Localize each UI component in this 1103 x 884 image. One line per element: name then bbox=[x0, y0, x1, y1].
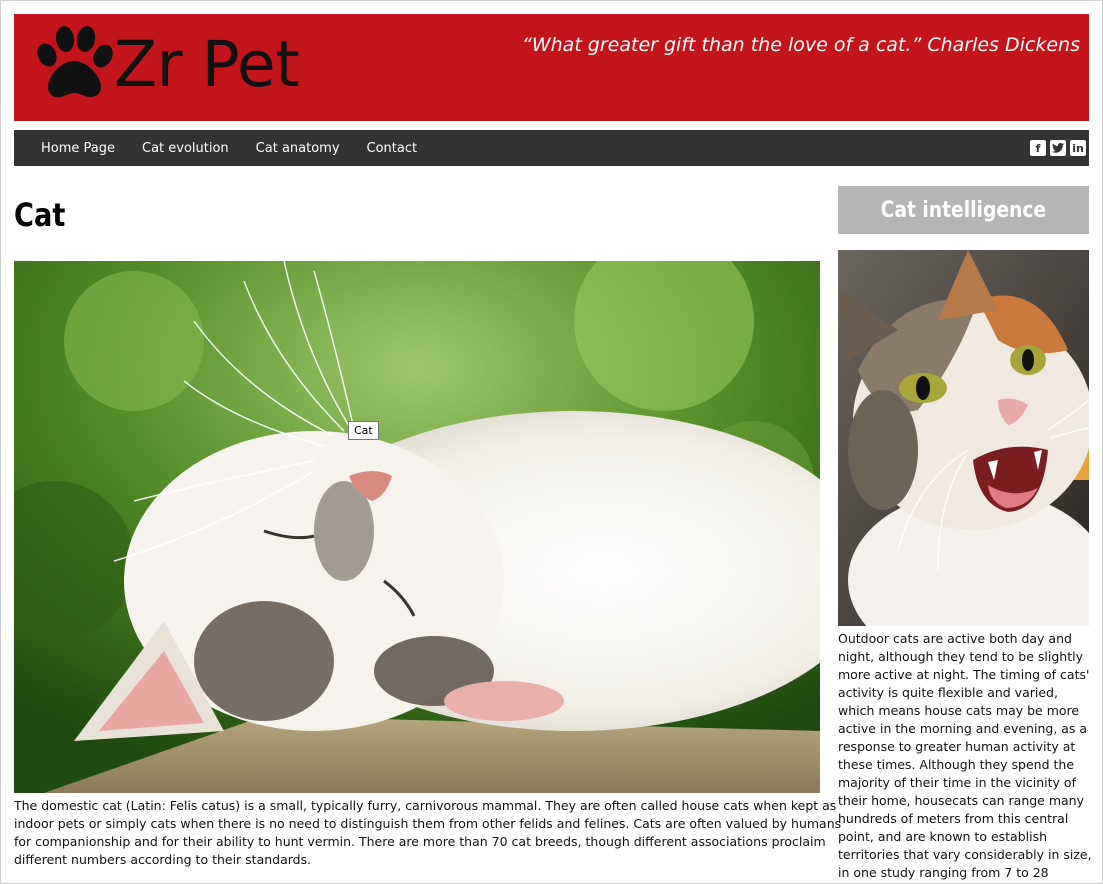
twitter-icon[interactable] bbox=[1050, 140, 1066, 156]
hero-cat-image bbox=[14, 261, 820, 793]
header-quote: “What greater gift than the love of a ca… bbox=[522, 34, 1080, 56]
nav-item-cat-evolution[interactable]: Cat evolution bbox=[142, 141, 229, 156]
logo-text: Zr Pet bbox=[114, 27, 300, 101]
page-title: Cat bbox=[14, 196, 66, 234]
sidebar-heading-text: Cat intelligence bbox=[880, 197, 1047, 223]
nav-item-contact[interactable]: Contact bbox=[367, 141, 418, 156]
social-links: f in bbox=[1030, 140, 1086, 156]
nav-item-cat-anatomy[interactable]: Cat anatomy bbox=[256, 141, 340, 156]
site-header: Zr Pet “What greater gift than the love … bbox=[14, 14, 1089, 121]
image-tooltip: Cat bbox=[348, 421, 379, 440]
paw-icon bbox=[37, 26, 113, 98]
sidebar-kitten-image bbox=[838, 250, 1089, 626]
sidebar-paragraph: Outdoor cats are active both day and nig… bbox=[838, 631, 1092, 884]
sidebar-heading: Cat intelligence bbox=[838, 186, 1089, 234]
linkedin-icon[interactable]: in bbox=[1070, 140, 1086, 156]
facebook-icon[interactable]: f bbox=[1030, 140, 1046, 156]
site-logo[interactable]: Zr Pet bbox=[34, 24, 300, 104]
main-nav: Home Page Cat evolution Cat anatomy Cont… bbox=[14, 130, 1089, 166]
nav-item-home[interactable]: Home Page bbox=[41, 141, 115, 156]
main-paragraph: The domestic cat (Latin: Felis catus) is… bbox=[14, 798, 842, 867]
